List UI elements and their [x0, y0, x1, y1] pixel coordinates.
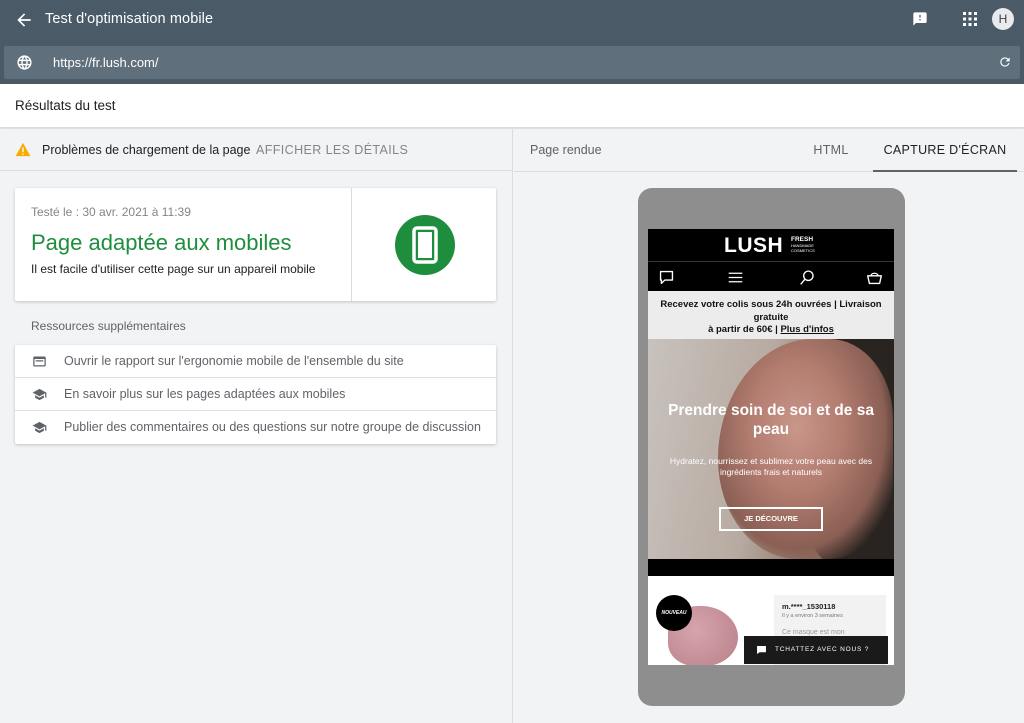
hero-subtitle: Hydratez, nourrissez et sublimez votre p… [669, 456, 873, 477]
app-title: Test d'optimisation mobile [45, 11, 214, 27]
apps-grid-icon[interactable] [963, 12, 977, 26]
resource-label[interactable]: Publier des commentaires ou des question… [64, 420, 481, 434]
black-strip [648, 559, 894, 576]
web-report-icon [33, 356, 46, 367]
page-loading-issues-bar: Problèmes de chargement de la page AFFIC… [0, 129, 513, 171]
url-bar[interactable]: https://fr.lush.com/ [4, 46, 1020, 79]
left-panel: Problèmes de chargement de la page AFFIC… [0, 129, 513, 723]
school-icon [32, 421, 47, 434]
lush-logo-sub: HANDMADE COSMETICS [791, 243, 815, 253]
feedback-icon[interactable] [912, 11, 928, 27]
verdict-description: Il est facile d'utiliser cette page sur … [31, 262, 316, 276]
issue-text: Problèmes de chargement de la page [42, 143, 251, 157]
promo-line-2: à partir de 60€ | [708, 324, 781, 335]
verdict-title: Page adaptée aux mobiles [31, 230, 292, 255]
resource-label[interactable]: Ouvrir le rapport sur l'ergonomie mobile… [64, 354, 404, 368]
chat-icon [757, 646, 766, 654]
resource-label[interactable]: En savoir plus sur les pages adaptées au… [64, 387, 345, 401]
chat-bubble-icon [659, 270, 674, 285]
promo-line-1: Recevez votre colis sous 24h ouvrées | L… [660, 299, 882, 323]
resources-title: Ressources supplémentaires [31, 319, 186, 333]
review-user: m.****_1530118 [782, 602, 836, 611]
show-details-link[interactable]: AFFICHER LES DÉTAILS [256, 143, 408, 157]
new-badge: NOUVEAU [656, 595, 692, 631]
warning-icon [15, 142, 31, 157]
right-panel: Page rendue HTML CAPTURE D'ÉCRAN LUSH FR… [514, 129, 1024, 723]
resource-item-discussion-group[interactable]: Publier des commentaires ou des question… [15, 411, 496, 444]
promo-banner: Recevez votre colis sous 24h ouvrées | L… [648, 291, 894, 339]
resource-item-mobile-usability-report[interactable]: Ouvrir le rapport sur l'ergonomie mobile… [15, 345, 496, 378]
url-text[interactable]: https://fr.lush.com/ [53, 55, 159, 70]
review-section: NOUVEAU m.****_1530118 Il y a environ 3 … [648, 576, 894, 665]
tabs-bar: Page rendue HTML CAPTURE D'ÉCRAN [514, 129, 1024, 172]
lush-logo: LUSH [724, 234, 784, 257]
result-card: Testé le : 30 avr. 2021 à 11:39 Page ada… [15, 188, 496, 301]
promo-link: Plus d'infos [780, 324, 834, 335]
tested-date: Testé le : 30 avr. 2021 à 11:39 [31, 205, 191, 219]
hero-banner: Prendre soin de soi et de sa peau Hydrat… [648, 339, 894, 559]
top-app-bar: Test d'optimisation mobile H https://fr.… [0, 0, 1024, 84]
globe-icon [17, 55, 32, 70]
smartphone-icon [412, 226, 438, 264]
chat-button-label: TCHATTEZ AVEC NOUS ? [775, 646, 870, 653]
review-time: Il y a environ 3 semaines [782, 613, 843, 619]
reload-icon[interactable] [998, 55, 1012, 69]
back-arrow-icon[interactable] [14, 10, 34, 30]
resource-item-learn-more[interactable]: En savoir plus sur les pages adaptées au… [15, 378, 496, 411]
rendered-screenshot: LUSH FRESH HANDMADE COSMETICS Recevez vo… [648, 229, 894, 665]
results-title: Résultats du test [15, 98, 116, 113]
hero-title: Prendre soin de soi et de sa peau [668, 402, 874, 438]
site-nav [648, 261, 894, 291]
school-icon [32, 388, 47, 401]
hero-cta-button: JE DÉCOUVRE [719, 507, 823, 531]
tab-html[interactable]: HTML [796, 129, 866, 172]
resource-list: Ouvrir le rapport sur l'ergonomie mobile… [15, 345, 496, 444]
search-icon [800, 270, 814, 285]
phone-frame: LUSH FRESH HANDMADE COSMETICS Recevez vo… [638, 188, 905, 706]
review-snippet: Ce masque est mon [782, 629, 845, 636]
tab-screenshot[interactable]: CAPTURE D'ÉCRAN [873, 129, 1017, 172]
title-row: Test d'optimisation mobile H [0, 0, 1024, 40]
chat-button: TCHATTEZ AVEC NOUS ? [744, 636, 888, 664]
mobile-friendly-badge [395, 215, 455, 275]
account-avatar[interactable]: H [992, 8, 1014, 30]
results-header: Résultats du test [0, 84, 1024, 128]
rendered-page-label: Page rendue [530, 143, 602, 157]
site-header: LUSH FRESH HANDMADE COSMETICS [648, 229, 894, 261]
card-divider [351, 188, 352, 301]
menu-icon [728, 272, 743, 283]
basket-icon [867, 272, 882, 285]
